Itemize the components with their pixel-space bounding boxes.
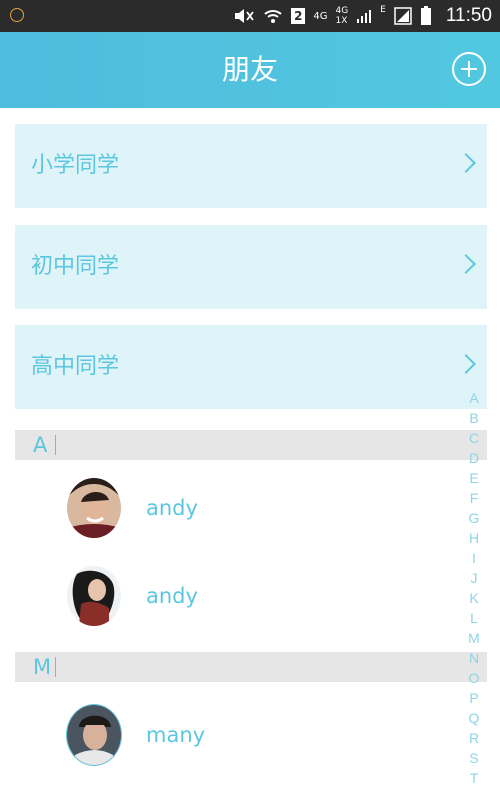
index-letter-e[interactable]: E bbox=[469, 468, 478, 488]
index-letter-p[interactable]: P bbox=[469, 688, 478, 708]
index-letter-m[interactable]: M bbox=[468, 628, 480, 648]
avatar bbox=[67, 566, 121, 626]
chevron-right-icon bbox=[456, 354, 476, 374]
section-header-a: A bbox=[15, 430, 487, 460]
contact-name: many bbox=[146, 723, 206, 747]
index-letter-b[interactable]: B bbox=[469, 408, 478, 428]
index-letter-a[interactable]: A bbox=[469, 388, 478, 408]
group-label: 高中同学 bbox=[31, 354, 120, 379]
chevron-right-icon bbox=[456, 153, 476, 173]
section-divider bbox=[55, 657, 56, 677]
avatar bbox=[67, 478, 121, 538]
group-label: 小学同学 bbox=[31, 153, 120, 178]
battery-icon bbox=[420, 6, 431, 25]
add-friend-button[interactable] bbox=[452, 52, 486, 86]
section-divider bbox=[55, 435, 56, 455]
group-card-middle-school[interactable]: 初中同学 bbox=[15, 225, 487, 309]
network-4g-label: 4G bbox=[313, 10, 328, 22]
index-letter-n[interactable]: N bbox=[469, 648, 479, 668]
index-letter-h[interactable]: H bbox=[469, 528, 479, 548]
status-icons: 2 4G 4G 1X E 11:50 bbox=[233, 0, 492, 32]
network-1x-text: 1X bbox=[335, 16, 348, 26]
status-bar: 2 4G 4G 1X E 11:50 bbox=[0, 0, 500, 32]
index-letter-l[interactable]: L bbox=[470, 608, 478, 628]
network-e-label: E bbox=[380, 5, 386, 15]
signal-icon bbox=[357, 10, 372, 23]
mute-icon bbox=[235, 9, 255, 23]
network-4g-1x-label: 4G 1X bbox=[335, 6, 348, 26]
alphabet-index[interactable]: A B C D E F G H I J K L M N O P Q R S T bbox=[464, 388, 484, 788]
section-letter: M bbox=[33, 655, 52, 679]
index-letter-f[interactable]: F bbox=[470, 488, 479, 508]
notification-icon bbox=[10, 8, 24, 22]
index-letter-i[interactable]: I bbox=[472, 548, 476, 568]
index-letter-g[interactable]: G bbox=[469, 508, 480, 528]
index-letter-t[interactable]: T bbox=[470, 768, 479, 788]
signal-icon-2 bbox=[394, 7, 412, 25]
index-letter-d[interactable]: D bbox=[469, 448, 479, 468]
avatar bbox=[67, 705, 121, 765]
app-header: 朋友 bbox=[0, 32, 500, 108]
section-letter: A bbox=[33, 433, 48, 457]
index-letter-q[interactable]: Q bbox=[469, 708, 480, 728]
group-label: 初中同学 bbox=[31, 254, 120, 279]
index-letter-j[interactable]: J bbox=[471, 568, 478, 588]
section-header-m: M bbox=[15, 652, 487, 682]
contact-row[interactable]: many bbox=[15, 697, 455, 773]
index-letter-r[interactable]: R bbox=[469, 728, 479, 748]
index-letter-c[interactable]: C bbox=[469, 428, 479, 448]
status-time: 11:50 bbox=[445, 5, 492, 26]
sim-badge: 2 bbox=[291, 8, 306, 24]
contact-name: andy bbox=[146, 496, 198, 520]
index-letter-o[interactable]: O bbox=[469, 668, 480, 688]
contact-row[interactable]: andy bbox=[15, 470, 455, 546]
index-letter-s[interactable]: S bbox=[469, 748, 478, 768]
network-4g-text: 4G bbox=[335, 6, 349, 16]
contact-name: andy bbox=[146, 584, 198, 608]
group-card-primary-school[interactable]: 小学同学 bbox=[15, 124, 487, 208]
wifi-icon bbox=[264, 10, 283, 23]
index-letter-k[interactable]: K bbox=[469, 588, 478, 608]
chevron-right-icon bbox=[456, 254, 476, 274]
group-card-high-school[interactable]: 高中同学 bbox=[15, 325, 487, 409]
contact-row[interactable]: andy bbox=[15, 558, 455, 634]
page-title: 朋友 bbox=[221, 53, 278, 86]
